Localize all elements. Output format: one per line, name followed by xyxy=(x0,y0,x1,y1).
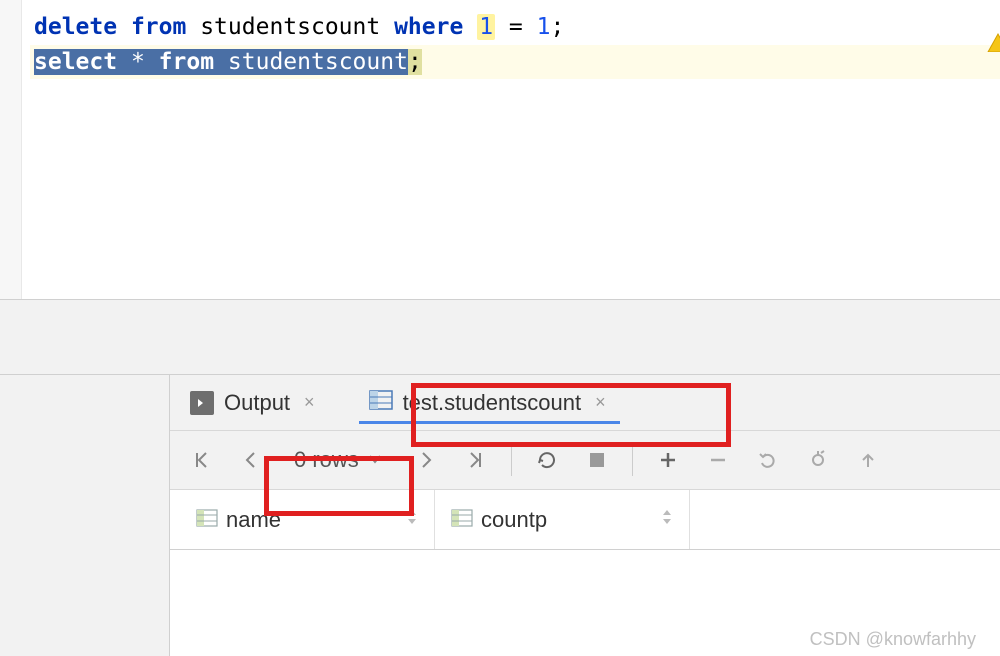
semicolon: ; xyxy=(550,14,564,40)
next-page-button[interactable] xyxy=(405,439,447,481)
sql-editor[interactable]: delete from studentscount where 1 = 1; s… xyxy=(0,0,1000,300)
keyword-delete: delete xyxy=(34,14,117,40)
keyword-where: where xyxy=(394,14,463,40)
first-page-button[interactable] xyxy=(180,439,222,481)
upload-button[interactable] xyxy=(847,439,889,481)
watermark: CSDN @knowfarhhy xyxy=(810,629,976,650)
tab-output[interactable]: Output × xyxy=(180,382,329,424)
code-line-1: delete from studentscount where 1 = 1; xyxy=(30,10,1000,45)
prev-page-button[interactable] xyxy=(230,439,272,481)
sort-icon[interactable] xyxy=(661,508,673,531)
chevron-down-icon xyxy=(367,447,383,473)
identifier-table: studentscount xyxy=(228,49,408,75)
rows-count-label: 0 rows xyxy=(294,447,359,473)
close-icon[interactable]: × xyxy=(300,392,319,413)
semicolon: ; xyxy=(408,49,422,75)
column-header-name[interactable]: name xyxy=(180,490,435,549)
column-icon xyxy=(196,507,218,533)
add-row-button[interactable] xyxy=(647,439,689,481)
tab-table[interactable]: test.studentscount × xyxy=(359,382,620,424)
keyword-select: select xyxy=(34,49,117,75)
rows-count[interactable]: 0 rows xyxy=(280,447,397,473)
revert-button[interactable] xyxy=(747,439,789,481)
separator xyxy=(632,444,633,476)
last-page-button[interactable] xyxy=(455,439,497,481)
table-icon xyxy=(369,390,393,416)
column-icon xyxy=(451,507,473,533)
tab-output-label: Output xyxy=(224,390,290,416)
commit-button[interactable] xyxy=(797,439,839,481)
column-countp-label: countp xyxy=(481,507,547,533)
output-icon xyxy=(190,391,214,415)
column-header-countp[interactable]: countp xyxy=(435,490,690,549)
remove-row-button[interactable] xyxy=(697,439,739,481)
literal-num: 1 xyxy=(537,14,551,40)
panel-spacer xyxy=(0,300,1000,375)
keyword-from: from xyxy=(131,14,186,40)
refresh-button[interactable] xyxy=(526,439,568,481)
operator-eq: = xyxy=(509,14,523,40)
identifier-table: studentscount xyxy=(200,14,380,40)
stop-button[interactable] xyxy=(576,439,618,481)
star: * xyxy=(131,49,145,75)
sort-icon[interactable] xyxy=(406,508,418,531)
literal-num: 1 xyxy=(477,14,495,40)
separator xyxy=(511,444,512,476)
editor-gutter xyxy=(0,0,22,299)
column-name-label: name xyxy=(226,507,281,533)
tab-table-label: test.studentscount xyxy=(403,390,582,416)
results-gutter xyxy=(0,375,170,656)
code-line-2: select * from studentscount; xyxy=(30,45,1000,80)
close-icon[interactable]: × xyxy=(591,392,610,413)
keyword-from: from xyxy=(159,49,214,75)
warning-icon[interactable] xyxy=(986,30,1000,52)
